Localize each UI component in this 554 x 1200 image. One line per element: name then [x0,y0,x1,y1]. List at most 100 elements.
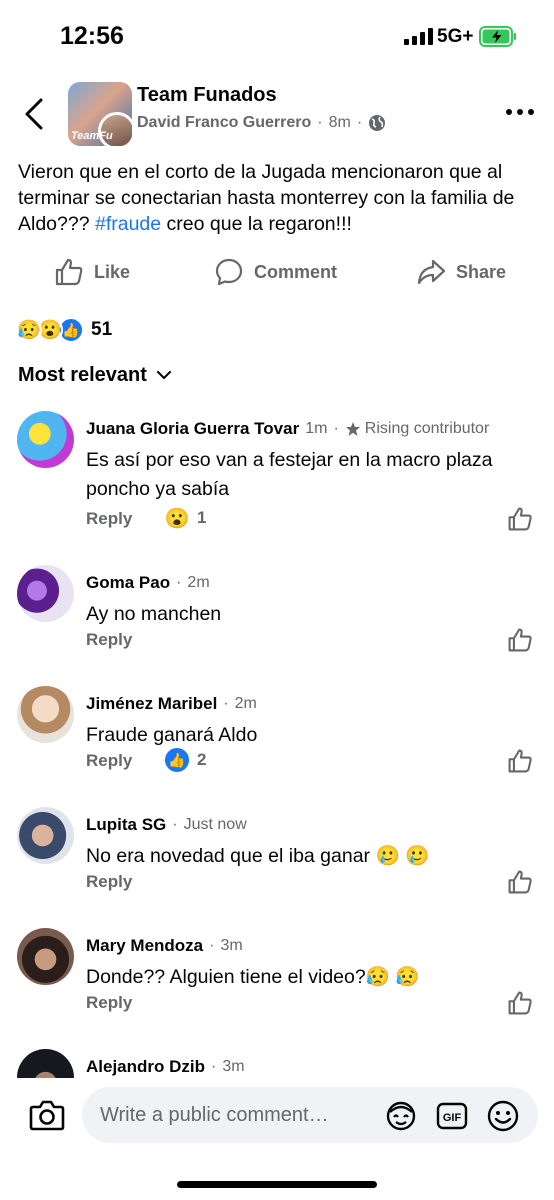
like-reaction-icon: 👍 [165,748,189,772]
avatar[interactable] [17,1049,74,1078]
avatar[interactable] [17,686,74,743]
comment-box: GIF [82,1087,538,1143]
comment-header: Juana Gloria Guerra Tovar 1m · Rising co… [86,419,489,439]
reaction-count: 1 [197,508,207,527]
badge-label: Rising contributor [364,420,490,437]
comment-composer: GIF [0,1078,554,1200]
group-avatar-logo: TeamFu [71,130,113,142]
dot [528,109,534,115]
comment-time: 1m [305,420,328,437]
comment-header: Mary Mendoza · 3m [86,936,243,956]
avatar[interactable] [17,411,74,468]
thumbs-up-icon[interactable] [507,627,533,653]
comment-header: Lupita SG · Just now [86,815,247,835]
comment-time: 3m [222,1058,245,1075]
thumbs-up-icon[interactable] [507,748,533,774]
comment: Mary Mendoza · 3m Donde?? Alguien tiene … [0,928,554,1023]
commenter-name[interactable]: Alejandro Dzib [86,1057,205,1077]
thumbs-up-icon[interactable] [507,869,533,895]
meta-separator: · [176,574,182,591]
comment-text: Donde?? Alguien tiene el video?😥 😥 [86,966,420,988]
reply-button[interactable]: Reply [86,872,132,892]
comment: Jiménez Maribel · 2m Fraude ganará Aldo … [0,686,554,781]
chevron-left-icon [25,98,43,130]
comment-time: Just now [183,816,247,833]
avatar[interactable] [17,807,74,864]
comment-text: Es así por eso van a festejar en la macr… [86,449,493,500]
share-label: Share [456,261,507,282]
comment-button[interactable]: Comment [214,250,337,294]
network-label: 5G+ [437,26,474,47]
reaction-count: 2 [197,750,207,769]
comment-text: Fraude ganará Aldo [86,724,258,746]
dot [517,109,523,115]
status-time: 12:56 [60,22,124,50]
like-button[interactable]: Like [54,250,130,294]
reply-button[interactable]: Reply [86,630,132,650]
gif-icon[interactable]: GIF [435,1099,469,1133]
meta-separator: · [333,420,339,437]
emoji-icon[interactable] [486,1099,520,1133]
thumbs-up-icon[interactable] [507,506,533,532]
reply-button[interactable]: Reply [86,993,132,1013]
camera-icon[interactable] [28,1096,66,1134]
reply-button[interactable]: Reply [86,751,132,771]
post-meta: David Franco Guerrero · 8m · [137,114,386,132]
comment: Alejandro Dzib · 3m [0,1049,554,1078]
reply-button[interactable]: Reply [86,509,132,529]
share-button[interactable]: Share [416,250,506,294]
meta-separator: · [356,114,363,131]
comment-text: Ay no manchen [86,603,222,625]
home-indicator [177,1181,377,1188]
comment-label: Comment [254,261,338,282]
post-author[interactable]: David Franco Guerrero [137,114,311,132]
chevron-down-icon [156,371,171,379]
battery-icon [479,26,516,47]
comment-time: 2m [234,695,257,712]
signal-icon [404,28,433,45]
sad-reaction-icon: 😥 [16,317,42,343]
group-name[interactable]: Team Funados [137,84,277,107]
thumbs-up-icon[interactable] [507,990,533,1016]
group-avatar[interactable]: TeamFu [68,82,132,146]
commenter-name[interactable]: Jiménez Maribel [86,694,217,714]
commenter-name[interactable]: Lupita SG [86,815,166,835]
comment-time: 3m [220,937,243,954]
post-text: Vieron que en el corto de la Jugada menc… [18,159,543,237]
meta-separator: · [172,816,178,833]
post-time[interactable]: 8m [329,114,351,132]
comment-input[interactable] [100,1087,380,1143]
hashtag-link[interactable]: #fraude [95,213,161,235]
reactions-summary[interactable]: 😥 😮 👍 51 [16,315,112,345]
comment: Juana Gloria Guerra Tovar 1m · Rising co… [0,411,554,536]
post-actions: Like Comment Share [0,250,554,294]
commenter-name[interactable]: Mary Mendoza [86,936,203,956]
comment: Goma Pao · 2m Ay no manchen Reply [0,565,554,660]
comment-reaction[interactable]: 😮 1 [164,506,207,530]
post-header: TeamFu Team Funados David Franco Guerrer… [0,70,554,162]
comment: Lupita SG · Just now No era novedad que … [0,807,554,902]
reaction-count: 51 [91,319,113,340]
commenter-name[interactable]: Juana Gloria Guerra Tovar [86,419,299,439]
comment-header: Goma Pao · 2m [86,573,210,593]
back-button[interactable] [20,94,48,134]
commenter-name[interactable]: Goma Pao [86,573,170,593]
post-text-tail: creo que la regaron!!! [161,213,352,235]
comment-text: No era novedad que el iba ganar 🥲 🥲 [86,845,430,867]
thumbs-up-icon [55,258,83,286]
avatar[interactable] [17,928,74,985]
sort-dropdown[interactable]: Most relevant [18,364,171,387]
dot [506,109,512,115]
meta-separator: · [209,937,215,954]
avatar-sticker-icon[interactable] [384,1099,418,1133]
meta-separator: · [211,1058,217,1075]
comment-header: Jiménez Maribel · 2m [86,694,257,714]
meta-separator: · [223,695,229,712]
comment-reaction[interactable]: 👍 2 [165,748,206,772]
avatar[interactable] [17,565,74,622]
wow-reaction-icon: 😮 [164,507,190,530]
share-icon [417,259,446,285]
comment-time: 2m [187,574,210,591]
more-options-button[interactable] [500,100,540,124]
meta-separator: · [317,114,323,131]
